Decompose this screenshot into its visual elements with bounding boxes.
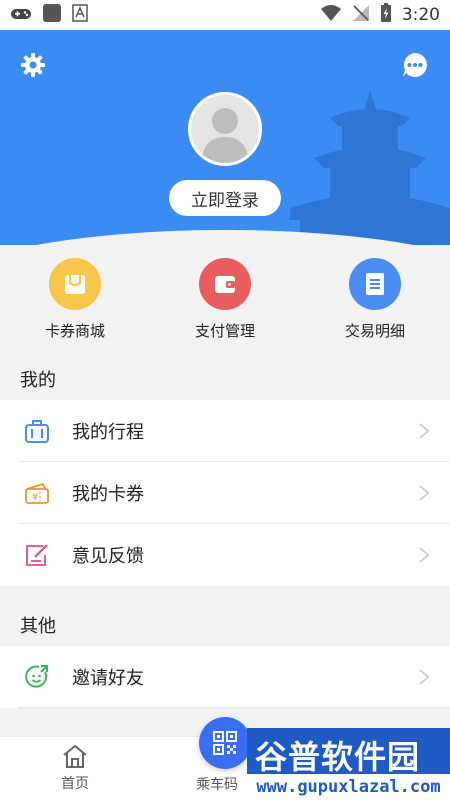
list-item-invite-friends[interactable]: 邀请好友 [0,646,450,708]
profile-header: 立即登录 [0,30,450,245]
no-signal-icon [352,4,370,26]
status-time: 3:20 [401,5,440,25]
avatar[interactable] [188,92,262,166]
watermark-title: 谷普软件园 [255,738,421,776]
settings-button[interactable] [18,50,48,80]
ticket-icon: ¥ [22,478,52,508]
section-title-mine: 我的 [20,370,56,391]
quick-action-label: 交易明细 [344,322,405,340]
watermark-url: www.gupuxlazal.com [247,774,450,800]
list-item-my-coupons[interactable]: ¥ 我的卡券 [0,462,450,524]
document-icon [349,258,401,310]
settings-icon [21,53,45,77]
status-bar: 3:20 [0,0,450,30]
list-item-label: 我的卡券 [72,484,144,505]
a-icon [72,4,88,26]
svg-text:¥: ¥ [32,492,38,503]
chevron-right-icon [419,669,430,685]
chevron-right-icon [419,485,430,501]
wifi-icon [320,4,342,26]
quick-action-payment[interactable]: 支付管理 [170,258,280,341]
wallet-icon [199,258,251,310]
quick-action-label: 卡券商城 [44,322,105,340]
quick-action-transactions[interactable]: 交易明细 [320,258,430,341]
nav-qr-label: 乘车码 [196,777,238,793]
message-icon [403,53,427,77]
quick-action-label: 支付管理 [194,322,255,340]
list-item-my-trips[interactable]: 我的行程 [0,400,450,462]
nav-home[interactable]: 首页 [35,743,115,793]
user-silhouette-icon [201,108,249,163]
list-item-label: 我的行程 [72,422,144,443]
message-button[interactable] [400,50,430,80]
list-item-label: 邀请好友 [72,668,144,689]
nav-home-label: 首页 [61,776,89,792]
section-title-other: 其他 [20,616,56,637]
other-list: 邀请好友 [0,646,450,708]
list-item-feedback[interactable]: 意见反馈 [0,524,450,586]
qr-code-button[interactable] [199,717,251,769]
chevron-right-icon [419,423,430,439]
battery-charging-icon [380,3,392,27]
watermark: 谷普软件园 www.gupuxlazal.com [247,728,450,800]
mine-list: 我的行程 ¥ 我的卡券 意见反馈 [0,400,450,586]
luggage-icon [22,416,52,446]
invite-smile-icon [22,662,52,692]
qr-code-icon [213,731,237,755]
gamepad-icon [10,6,32,25]
chevron-right-icon [419,547,430,563]
shopping-bag-icon [49,258,101,310]
quick-action-card-mall[interactable]: 卡券商城 [20,258,130,341]
square-icon [42,3,62,27]
quick-actions: 卡券商城 支付管理 交易明细 [0,245,450,345]
feedback-edit-icon [22,540,52,570]
list-item-label: 意见反馈 [72,546,144,567]
login-button[interactable]: 立即登录 [169,180,281,216]
temple-illustration [290,90,450,245]
home-icon [63,744,87,768]
